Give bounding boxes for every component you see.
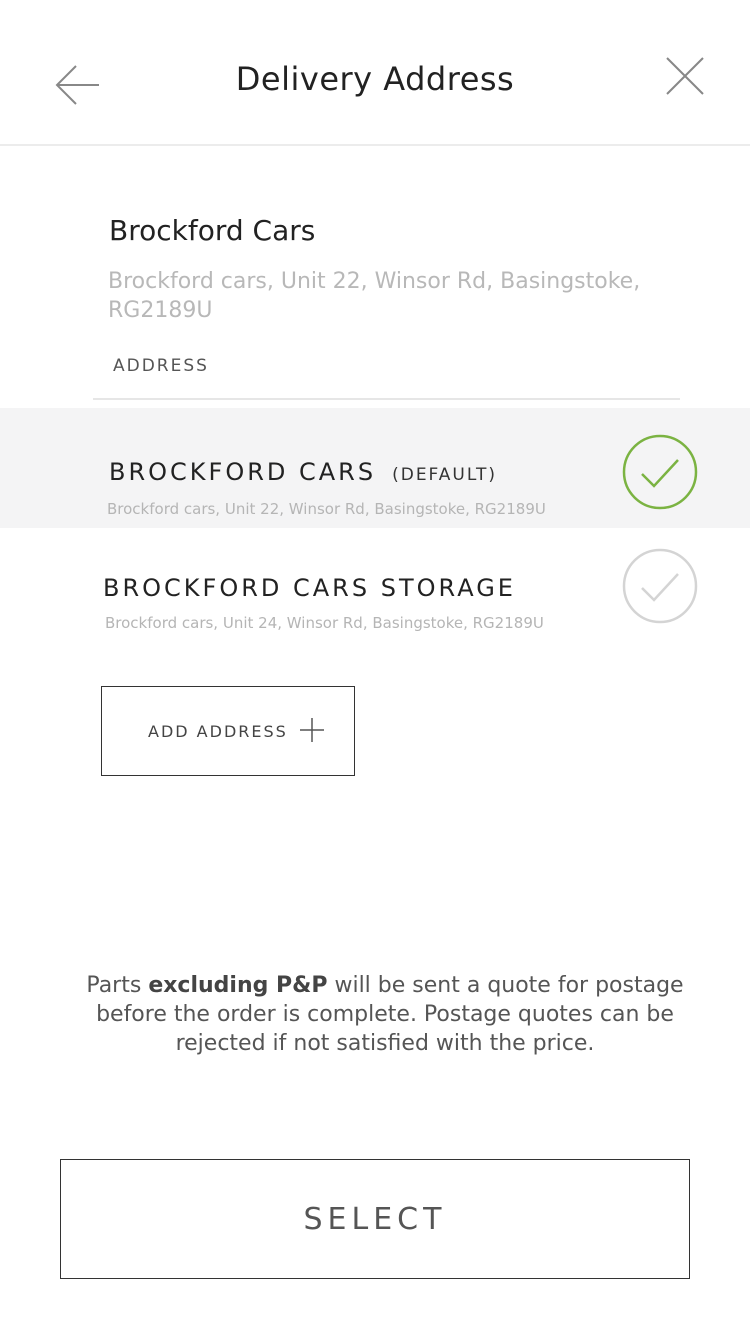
select-button-label: SELECT xyxy=(303,1202,447,1237)
address-field-underline xyxy=(93,398,680,400)
default-badge: (DEFAULT) xyxy=(392,465,497,485)
postage-notice: Parts excluding P&P will be sent a quote… xyxy=(80,971,690,1058)
notice-prefix: Parts xyxy=(86,973,149,998)
address-row-name: BROCKFORD CARS STORAGE xyxy=(103,574,516,602)
address-row-storage[interactable]: BROCKFORD CARS STORAGE Brockford cars, U… xyxy=(0,528,750,648)
select-button[interactable]: SELECT xyxy=(60,1159,690,1279)
selected-check-icon[interactable] xyxy=(622,434,698,510)
address-row-address: Brockford cars, Unit 24, Winsor Rd, Basi… xyxy=(105,614,544,632)
close-button[interactable] xyxy=(660,52,710,102)
address-row-address: Brockford cars, Unit 22, Winsor Rd, Basi… xyxy=(107,500,546,518)
selected-address-line: Brockford cars, Unit 22, Winsor Rd, Basi… xyxy=(108,269,641,323)
selected-address-name: Brockford Cars xyxy=(109,214,316,247)
address-row-name: BROCKFORD CARS xyxy=(109,458,377,486)
address-row-default[interactable]: BROCKFORD CARS (DEFAULT) Brockford cars, … xyxy=(0,408,750,528)
plus-icon xyxy=(300,718,324,742)
header-bar: Delivery Address xyxy=(0,0,750,146)
page-title: Delivery Address xyxy=(235,60,515,98)
address-field-label: ADDRESS xyxy=(113,356,209,376)
notice-bold: excluding P&P xyxy=(148,973,328,998)
add-address-button[interactable]: ADD ADDRESS xyxy=(101,686,355,776)
close-icon xyxy=(666,57,704,95)
add-address-label: ADD ADDRESS xyxy=(148,722,288,741)
unselected-check-icon[interactable] xyxy=(622,548,698,624)
